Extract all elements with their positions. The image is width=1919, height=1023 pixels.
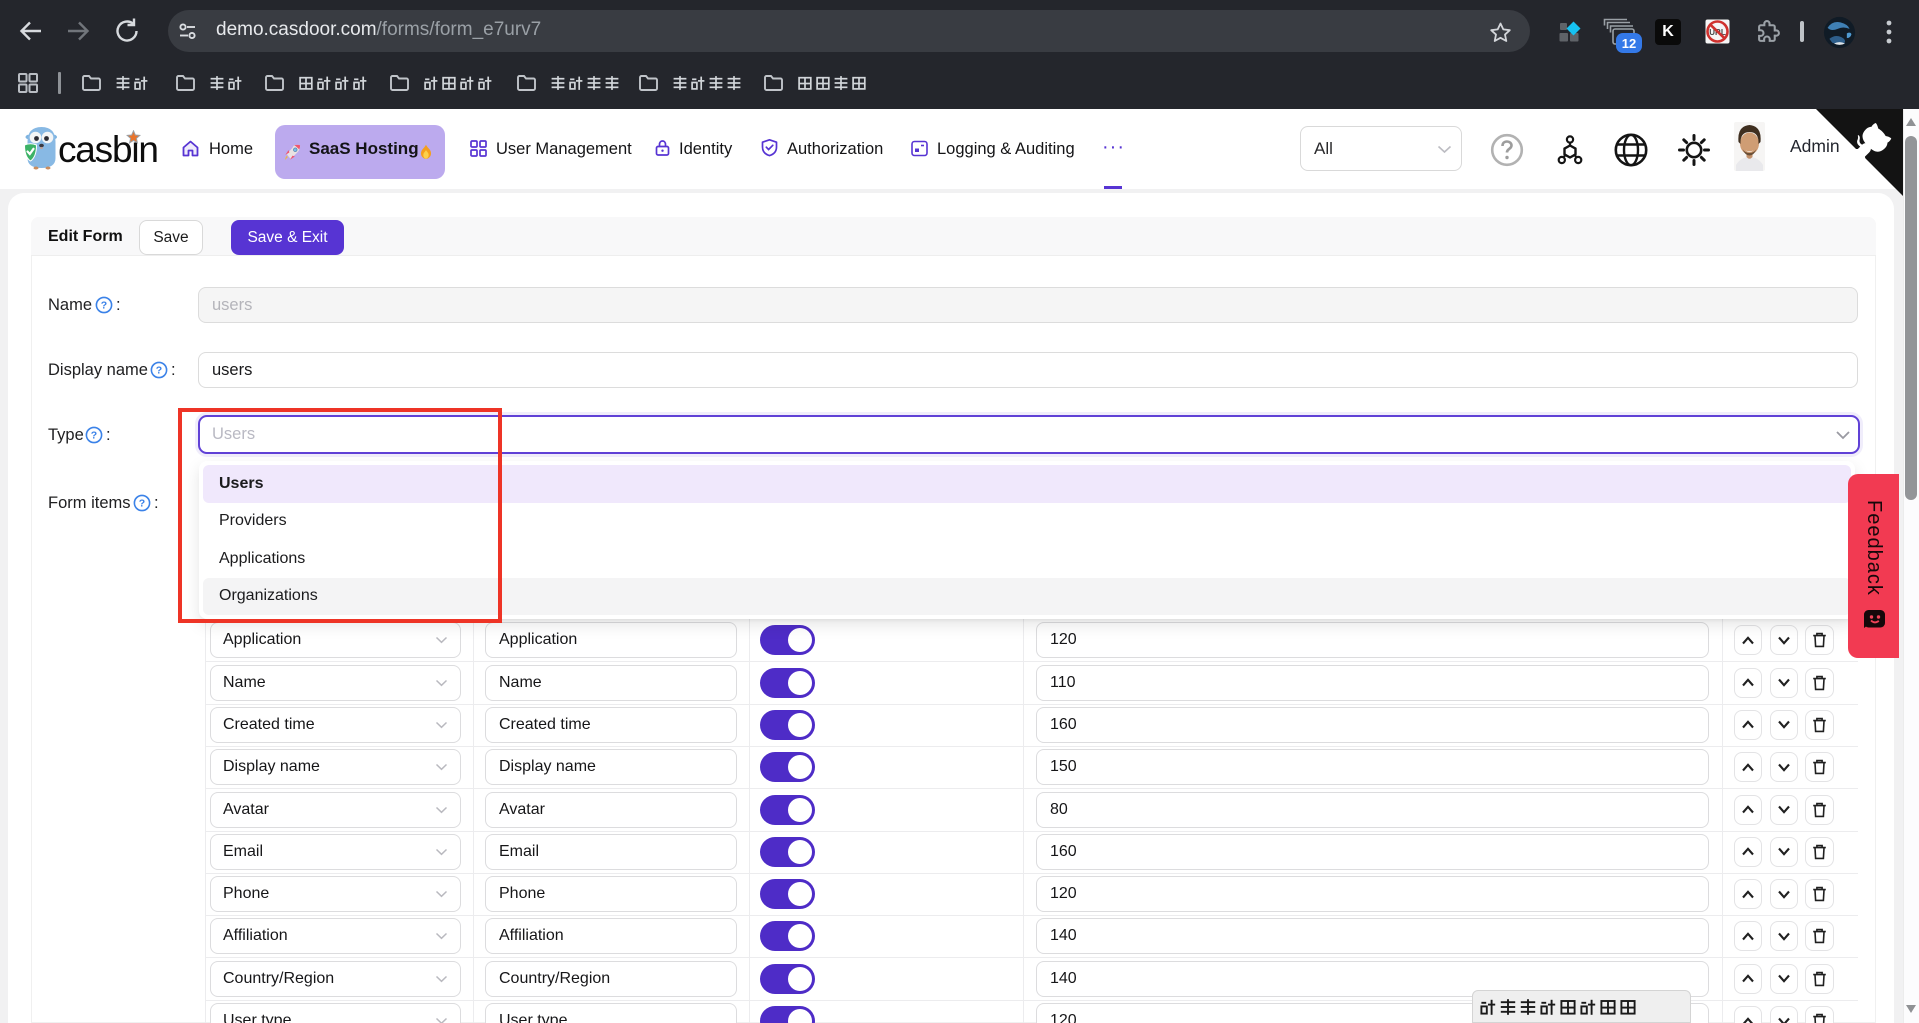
svg-text:?: ? <box>101 300 107 312</box>
svg-text:?: ? <box>91 430 97 442</box>
svg-text:?: ? <box>156 365 162 377</box>
svg-text:?: ? <box>139 498 145 510</box>
